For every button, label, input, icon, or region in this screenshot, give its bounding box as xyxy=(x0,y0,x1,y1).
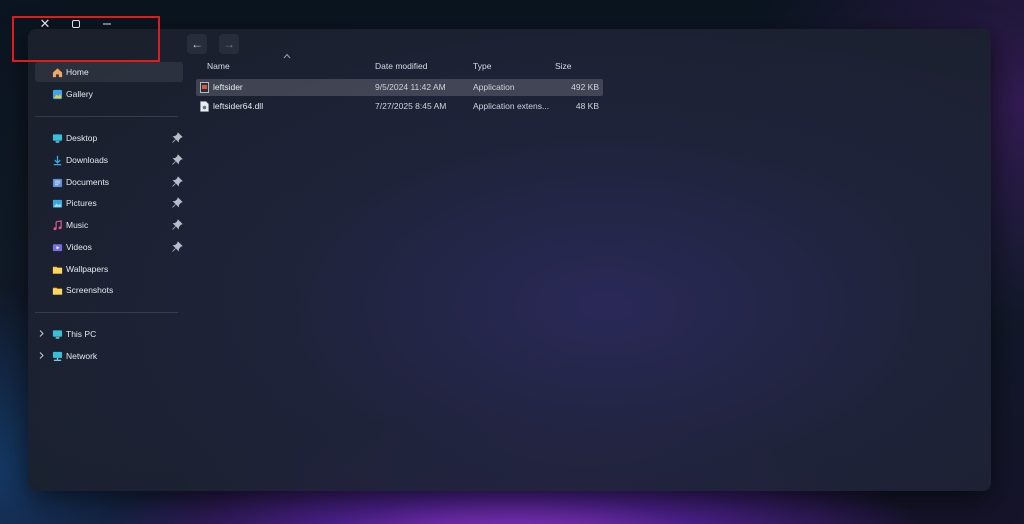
file-row-leftsider[interactable]: leftsider 9/5/2024 11:42 AM Application … xyxy=(196,79,603,96)
pictures-icon xyxy=(52,199,63,208)
sidebar-item-desktop[interactable]: Desktop xyxy=(35,128,183,148)
chevron-right-icon[interactable] xyxy=(37,351,46,360)
pin-icon[interactable] xyxy=(171,241,183,253)
music-icon xyxy=(53,219,62,230)
sidebar-item-label: Gallery xyxy=(66,89,93,99)
sidebar-item-label: Downloads xyxy=(66,155,109,165)
sidebar-item-label: Screenshots xyxy=(66,285,114,295)
sidebar-item-screenshots[interactable]: Screenshots xyxy=(35,280,183,300)
column-header-size[interactable]: Size xyxy=(555,61,572,71)
sidebar-item-label: Home xyxy=(66,67,89,77)
file-date-modified: 7/27/2025 8:45 AM xyxy=(375,101,447,111)
file-type: Application xyxy=(473,82,515,92)
pin-icon[interactable] xyxy=(171,132,183,144)
sidebar-divider xyxy=(35,312,178,313)
sidebar-divider xyxy=(35,116,178,117)
sidebar-item-pictures[interactable]: Pictures xyxy=(35,193,183,213)
close-window-button[interactable]: ✕ xyxy=(33,16,57,32)
gallery-icon xyxy=(52,89,63,99)
desktop-icon xyxy=(52,133,63,143)
file-row-leftsider64-dll[interactable]: leftsider64.dll 7/27/2025 8:45 AM Applic… xyxy=(196,98,603,115)
pin-icon[interactable] xyxy=(171,176,183,188)
close-icon: ✕ xyxy=(39,16,51,31)
sidebar-item-this-pc[interactable]: This PC xyxy=(35,324,183,344)
file-name: leftsider64.dll xyxy=(213,101,264,111)
sidebar-item-label: Network xyxy=(66,351,98,361)
sidebar-item-label: This PC xyxy=(66,329,97,339)
sidebar-item-network[interactable]: Network xyxy=(35,346,183,366)
folder-icon xyxy=(52,266,63,274)
sidebar-item-label: Desktop xyxy=(66,133,98,143)
minimize-icon xyxy=(103,23,111,25)
sidebar-item-label: Music xyxy=(66,220,89,230)
pin-icon[interactable] xyxy=(171,154,183,166)
sidebar-item-gallery[interactable]: Gallery xyxy=(35,84,183,104)
forward-button[interactable]: → xyxy=(219,34,239,54)
file-name: leftsider xyxy=(213,82,243,92)
column-header-date-modified[interactable]: Date modified xyxy=(375,61,427,71)
folder-icon xyxy=(52,287,63,295)
sidebar-item-label: Pictures xyxy=(66,198,97,208)
pin-icon[interactable] xyxy=(171,197,183,209)
sidebar-item-downloads[interactable]: Downloads xyxy=(35,150,183,170)
application-icon xyxy=(200,82,209,93)
sidebar-item-videos[interactable]: Videos xyxy=(35,237,183,257)
this-pc-icon xyxy=(52,329,63,339)
sidebar-item-label: Documents xyxy=(66,177,109,187)
back-button[interactable]: ← xyxy=(187,34,207,54)
file-size: 48 KB xyxy=(575,101,599,111)
file-type: Application extens... xyxy=(473,101,550,111)
sidebar-item-home[interactable]: Home xyxy=(35,62,183,82)
videos-icon xyxy=(52,243,63,251)
network-icon xyxy=(52,351,63,361)
minimize-window-button[interactable] xyxy=(95,16,119,32)
sidebar-item-label: Videos xyxy=(66,242,92,252)
dll-file-icon xyxy=(200,101,209,112)
sort-ascending-icon xyxy=(283,53,291,59)
chevron-right-icon[interactable] xyxy=(37,329,46,338)
column-header-type[interactable]: Type xyxy=(473,61,491,71)
file-date-modified: 9/5/2024 11:42 AM xyxy=(375,82,446,92)
maximize-icon xyxy=(72,20,80,28)
sidebar-item-documents[interactable]: Documents xyxy=(35,172,183,192)
sidebar-item-wallpapers[interactable]: Wallpapers xyxy=(35,259,183,279)
sidebar-item-label: Wallpapers xyxy=(66,264,109,274)
pin-icon[interactable] xyxy=(171,219,183,231)
downloads-icon xyxy=(53,155,62,165)
sidebar-item-music[interactable]: Music xyxy=(35,215,183,235)
maximize-window-button[interactable] xyxy=(64,16,88,32)
back-arrow-icon: ← xyxy=(191,37,203,51)
file-size: 492 KB xyxy=(571,82,599,92)
documents-icon xyxy=(52,178,63,187)
forward-arrow-icon: → xyxy=(223,37,235,51)
home-icon xyxy=(52,67,63,77)
column-header-name[interactable]: Name xyxy=(207,61,230,71)
